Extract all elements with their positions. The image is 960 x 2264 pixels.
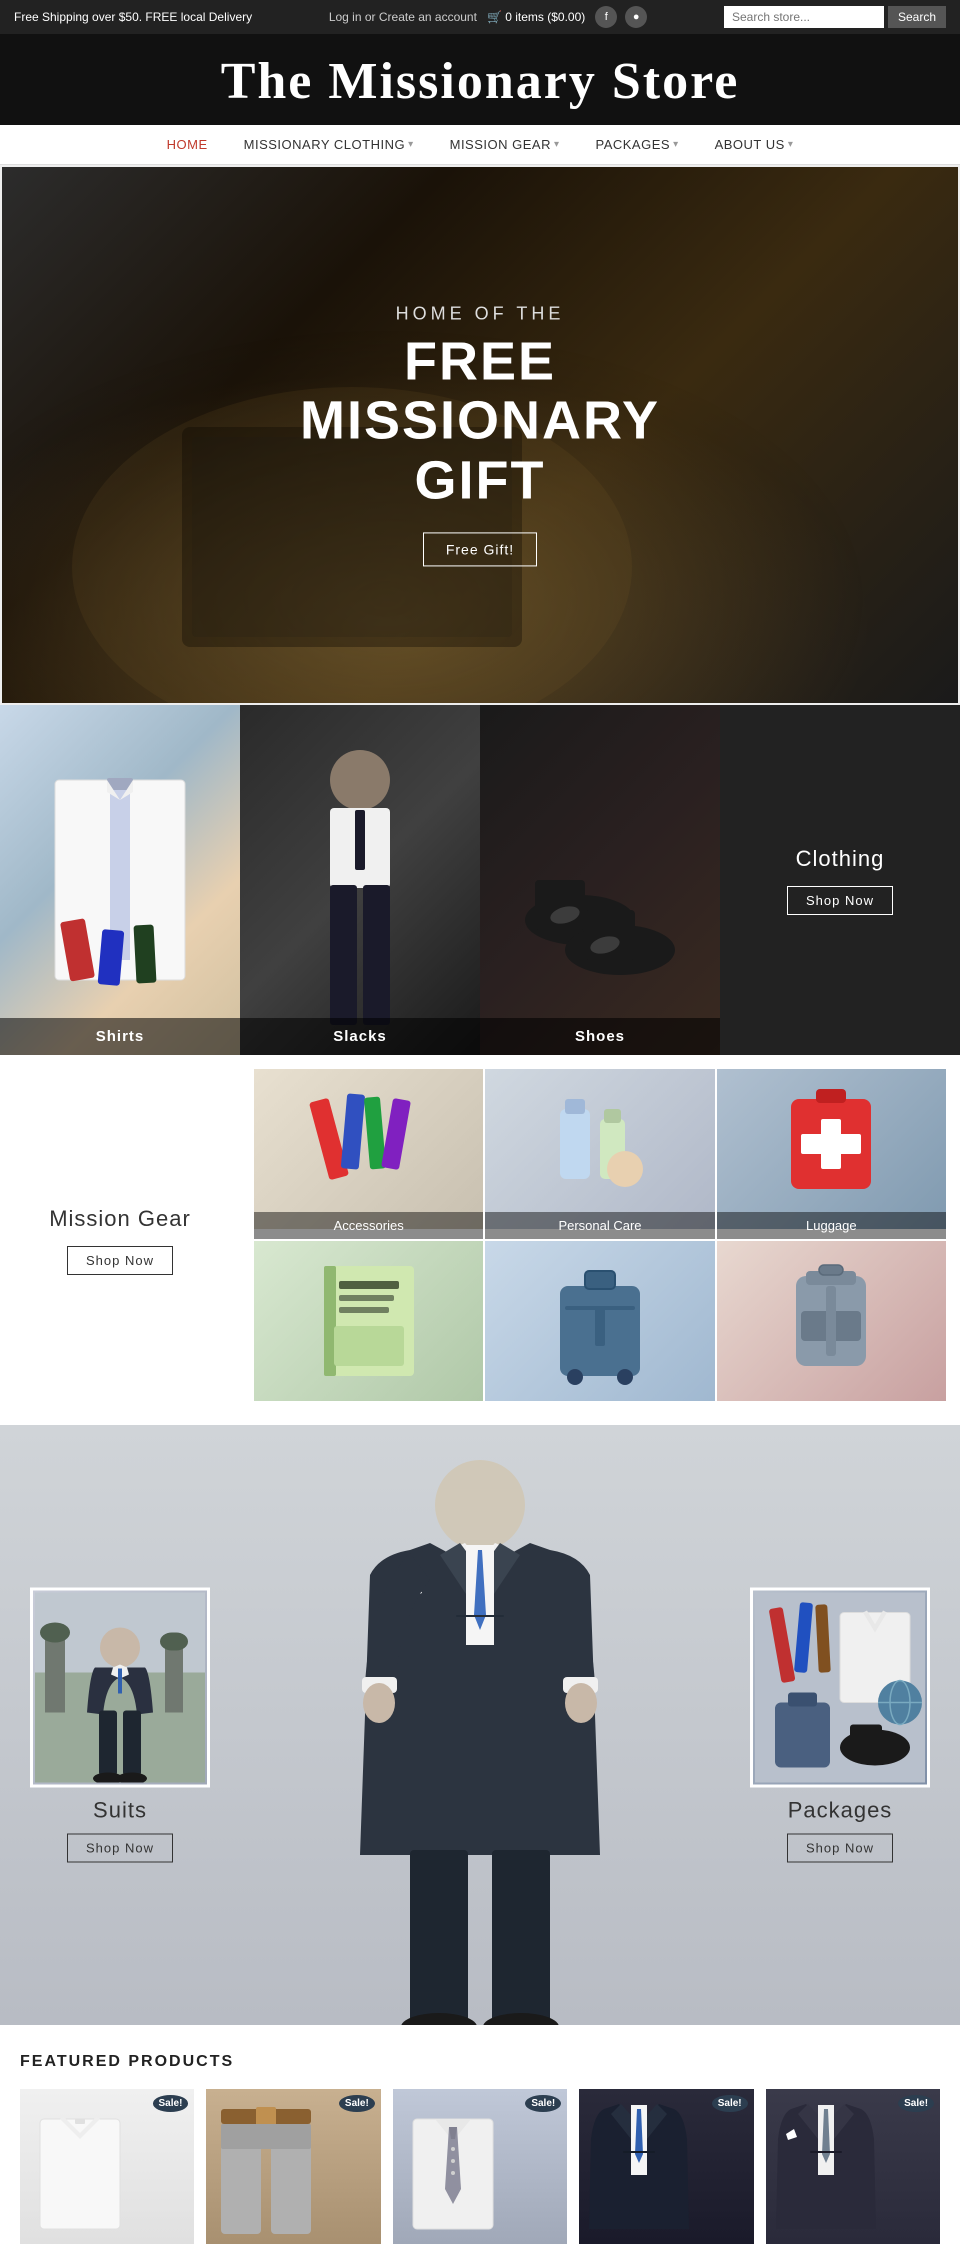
featured-products-title: FEATURED PRODUCTS xyxy=(20,2053,940,2071)
nav-missionary-clothing[interactable]: MISSIONARY CLOTHING ▾ xyxy=(244,137,414,152)
featured-suit2-image xyxy=(766,2089,940,2244)
free-gift-button[interactable]: Free Gift! xyxy=(423,533,537,567)
suits-label: Suits xyxy=(93,1798,147,1824)
account-link[interactable]: Log in or Create an account xyxy=(329,10,477,24)
packages-label: Packages xyxy=(788,1798,893,1824)
nav-mission-gear[interactable]: MISSION GEAR ▾ xyxy=(450,137,560,152)
site-header: The Missionary Store xyxy=(0,34,960,125)
gear-item-firstaid[interactable] xyxy=(717,1241,946,1411)
featured-item-shirt[interactable]: Sale! xyxy=(20,2089,194,2244)
suits-left-panel: Suits Shop Now xyxy=(30,1588,210,1863)
packages-shop-now-button[interactable]: Shop Now xyxy=(787,1834,893,1863)
clothing-section-title: Clothing xyxy=(796,846,885,872)
cart-text[interactable]: 🛒 0 items ($0.00) xyxy=(487,10,585,24)
personal-care-label: Personal Care xyxy=(485,1212,714,1239)
clothing-section: Shirts Slacks xyxy=(0,705,960,1055)
instagram-icon[interactable]: ● xyxy=(625,6,647,28)
gear-item-personal-care[interactable]: Personal Care xyxy=(485,1069,714,1239)
search-input[interactable] xyxy=(724,6,884,28)
chevron-down-icon: ▾ xyxy=(788,139,794,150)
featured-item-tie[interactable]: Sale! xyxy=(393,2089,567,2244)
clothing-shop-now-button[interactable]: Shop Now xyxy=(787,886,893,915)
chevron-down-icon: ▾ xyxy=(408,139,414,150)
suits-packages-section: Suits Shop Now xyxy=(0,1425,960,2025)
shoes-image xyxy=(480,705,720,1055)
search-button[interactable]: Search xyxy=(888,6,946,28)
featured-item-suit-dark[interactable]: Sale! xyxy=(579,2089,753,2244)
packages-thumbnail xyxy=(750,1588,930,1788)
pants-sale-badge: Sale! xyxy=(339,2095,375,2112)
mission-gear-section: Mission Gear Shop Now Accessories xyxy=(0,1055,960,1425)
main-nav: HOME MISSIONARY CLOTHING ▾ MISSION GEAR … xyxy=(0,125,960,165)
packages-right-panel: Packages Shop Now xyxy=(750,1588,930,1863)
clothing-item-slacks[interactable]: Slacks xyxy=(240,705,480,1055)
gear-item-luggage2[interactable] xyxy=(485,1241,714,1411)
featured-pants-image xyxy=(206,2089,380,2244)
personal-care-image xyxy=(485,1069,714,1229)
featured-products-section: FEATURED PRODUCTS Sale! xyxy=(0,2025,960,2264)
chevron-down-icon: ▾ xyxy=(673,139,679,150)
shirt-sale-badge: Sale! xyxy=(153,2095,189,2112)
hero-content: HOME OF THE FREE MISSIONARY GIFT Free Gi… xyxy=(241,303,719,566)
hero-banner: HOME OF THE FREE MISSIONARY GIFT Free Gi… xyxy=(0,165,960,705)
gear-item-book[interactable] xyxy=(254,1241,483,1411)
gear-item-luggage[interactable]: Luggage xyxy=(717,1069,946,1239)
book-image xyxy=(254,1241,483,1401)
gear-item-accessories[interactable]: Accessories xyxy=(254,1069,483,1239)
featured-suit-dark-image xyxy=(579,2089,753,2244)
shirts-label: Shirts xyxy=(0,1018,240,1055)
clothing-grid: Shirts Slacks xyxy=(0,705,720,1055)
luggage-image xyxy=(717,1069,946,1229)
luggage2-image xyxy=(485,1241,714,1401)
suit-dark-sale-badge: Sale! xyxy=(712,2095,748,2112)
featured-shirt-image xyxy=(20,2089,194,2244)
hero-subtitle: HOME OF THE xyxy=(241,303,719,324)
mission-gear-grid: Accessories Personal Care xyxy=(240,1055,960,1425)
suits-thumbnail xyxy=(30,1588,210,1788)
slacks-label: Slacks xyxy=(240,1018,480,1055)
luggage-label: Luggage xyxy=(717,1212,946,1239)
clothing-right-panel: Clothing Shop Now xyxy=(720,705,960,1055)
featured-item-pants[interactable]: Sale! xyxy=(206,2089,380,2244)
accessories-image xyxy=(254,1069,483,1229)
featured-item-suit2[interactable]: Sale! xyxy=(766,2089,940,2244)
top-bar: Free Shipping over $50. FREE local Deliv… xyxy=(0,0,960,34)
shoes-label: Shoes xyxy=(480,1018,720,1055)
shirts-image xyxy=(0,705,240,1055)
site-title: The Missionary Store xyxy=(0,52,960,111)
slacks-image xyxy=(240,705,480,1055)
accessories-label: Accessories xyxy=(254,1212,483,1239)
mission-gear-left: Mission Gear Shop Now xyxy=(0,1055,240,1425)
shipping-text: Free Shipping over $50. FREE local Deliv… xyxy=(14,9,252,26)
social-icons: f ● xyxy=(595,6,647,28)
clothing-item-shoes[interactable]: Shoes xyxy=(480,705,720,1055)
nav-about-us[interactable]: ABOUT US ▾ xyxy=(715,137,794,152)
featured-tie-image xyxy=(393,2089,567,2244)
center-suit-figure xyxy=(330,1435,630,2025)
account-cart-area: Log in or Create an account 🛒 0 items ($… xyxy=(329,6,647,28)
mission-gear-title: Mission Gear xyxy=(49,1206,191,1232)
mission-gear-shop-now-button[interactable]: Shop Now xyxy=(67,1246,173,1275)
suits-shop-now-button[interactable]: Shop Now xyxy=(67,1834,173,1863)
nav-home[interactable]: HOME xyxy=(167,137,208,152)
suit2-sale-badge: Sale! xyxy=(898,2095,934,2112)
featured-products-grid: Sale! Sale! xyxy=(20,2089,940,2244)
hero-title: FREE MISSIONARY GIFT xyxy=(241,332,719,510)
chevron-down-icon: ▾ xyxy=(554,139,560,150)
clothing-item-shirts[interactable]: Shirts xyxy=(0,705,240,1055)
tie-sale-badge: Sale! xyxy=(525,2095,561,2112)
search-bar: Search xyxy=(724,6,946,28)
firstaid-image xyxy=(717,1241,946,1401)
nav-packages[interactable]: PACKAGES ▾ xyxy=(596,137,679,152)
facebook-icon[interactable]: f xyxy=(595,6,617,28)
